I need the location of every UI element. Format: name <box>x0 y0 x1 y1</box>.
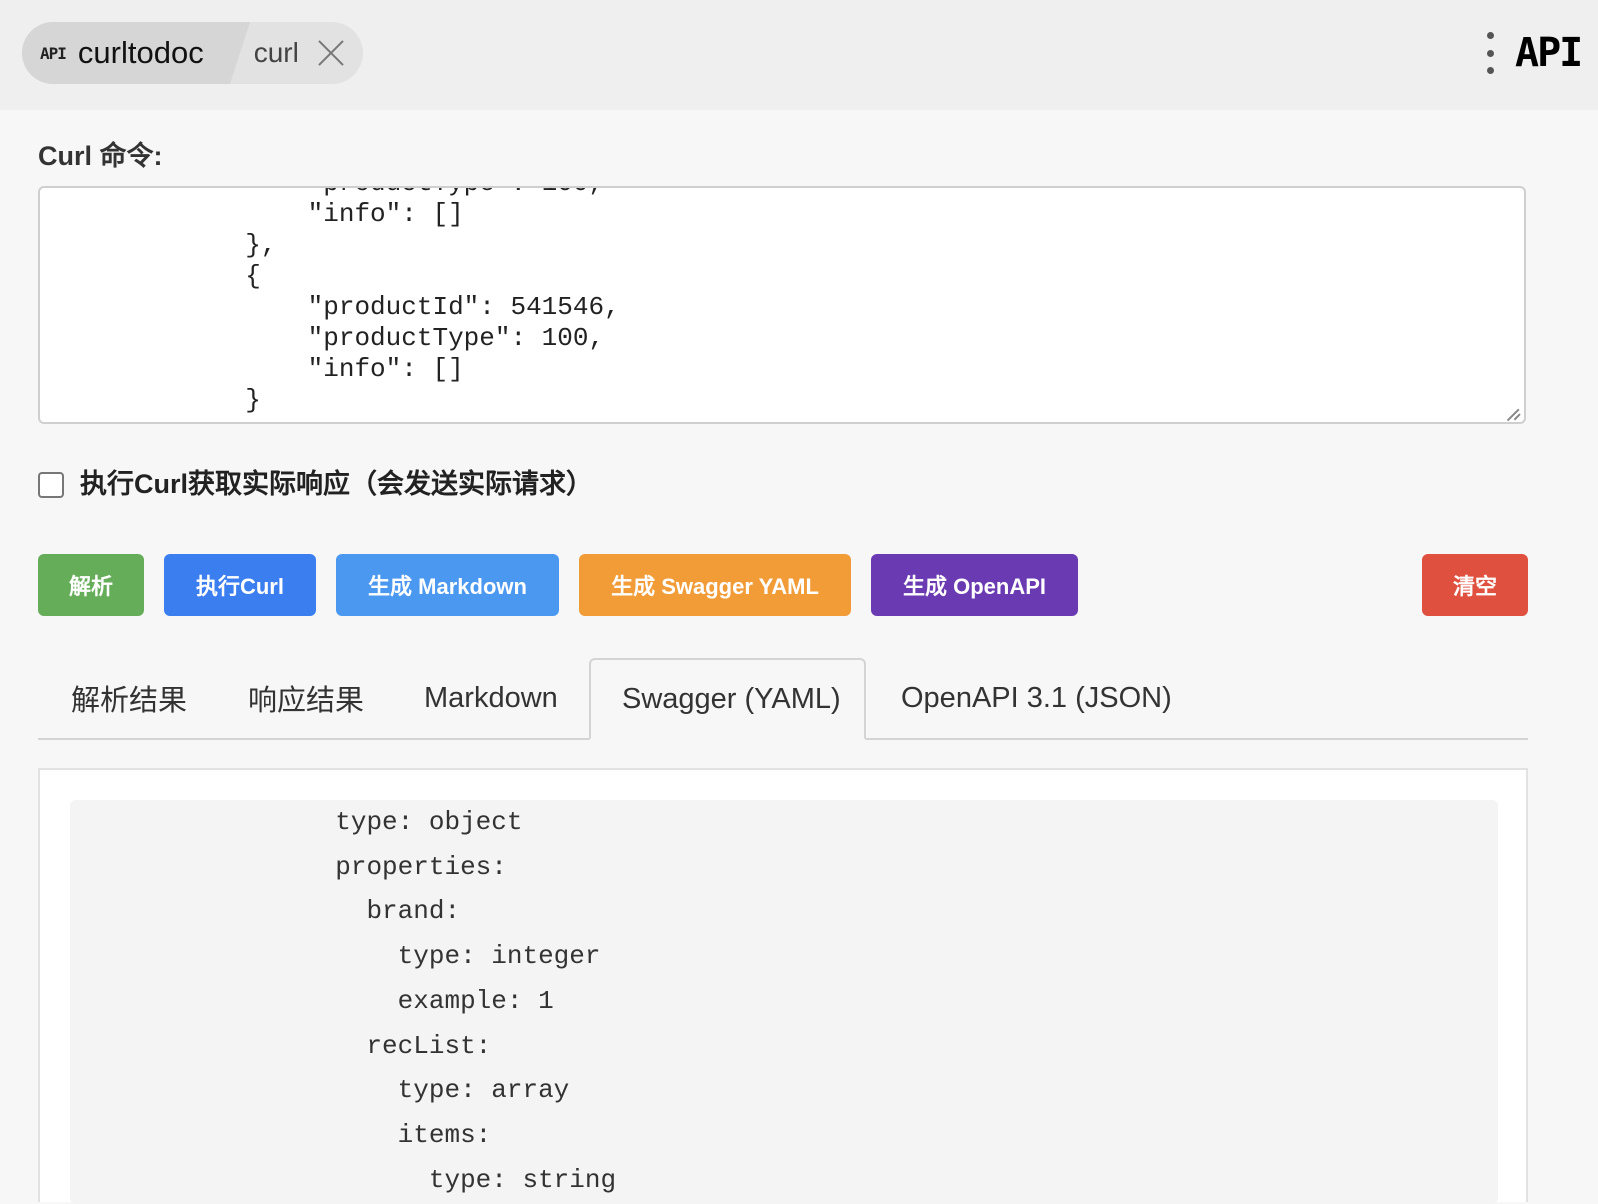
tab-swagger-yaml[interactable]: Swagger (YAML) <box>589 658 866 740</box>
result-tabs: 解析结果 响应结果 Markdown Swagger (YAML) OpenAP… <box>38 658 1528 740</box>
generate-openapi-button[interactable]: 生成 OpenAPI <box>871 554 1078 616</box>
curl-command-text: "productType": 100, "info": [] }, { "pro… <box>245 188 620 415</box>
tab-parse-result[interactable]: 解析结果 <box>71 658 187 738</box>
generate-markdown-button[interactable]: 生成 Markdown <box>336 554 559 616</box>
generate-swagger-yaml-button[interactable]: 生成 Swagger YAML <box>579 554 851 616</box>
close-icon[interactable] <box>317 39 345 67</box>
curl-command-label: Curl 命令: <box>38 141 163 171</box>
execute-curl-checkbox[interactable] <box>38 471 64 498</box>
swagger-yaml-text: type: object properties: brand: type: in… <box>335 807 617 1195</box>
curl-tab-label: curl <box>253 37 299 68</box>
app-title: curltodoc <box>77 35 204 70</box>
curl-command-textarea[interactable]: "productType": 100, "info": [] }, { "pro… <box>38 186 1526 424</box>
execute-curl-label: 执行Curl获取实际响应（会发送实际请求） <box>80 469 593 499</box>
parse-button[interactable]: 解析 <box>38 554 144 616</box>
execute-curl-button[interactable]: 执行Curl <box>164 554 316 616</box>
tab-response-result[interactable]: 响应结果 <box>248 658 364 738</box>
breadcrumb-app[interactable]: API curltodoc <box>22 22 226 84</box>
api-logo: API <box>1515 30 1583 76</box>
clear-button[interactable]: 清空 <box>1422 554 1528 616</box>
api-icon: API <box>40 43 67 63</box>
execute-curl-option[interactable]: 执行Curl获取实际响应（会发送实际请求） <box>38 462 593 501</box>
tab-markdown[interactable]: Markdown <box>424 658 558 738</box>
swagger-yaml-output[interactable]: type: object properties: brand: type: in… <box>70 800 1498 1204</box>
top-bar: API curltodoc curl API <box>0 0 1598 110</box>
more-vertical-icon[interactable] <box>1484 32 1496 74</box>
output-panel: type: object properties: brand: type: in… <box>38 768 1528 1204</box>
tab-openapi-json[interactable]: OpenAPI 3.1 (JSON) <box>901 658 1172 738</box>
breadcrumb: API curltodoc curl <box>22 22 363 84</box>
resize-handle-icon[interactable] <box>1507 405 1521 419</box>
